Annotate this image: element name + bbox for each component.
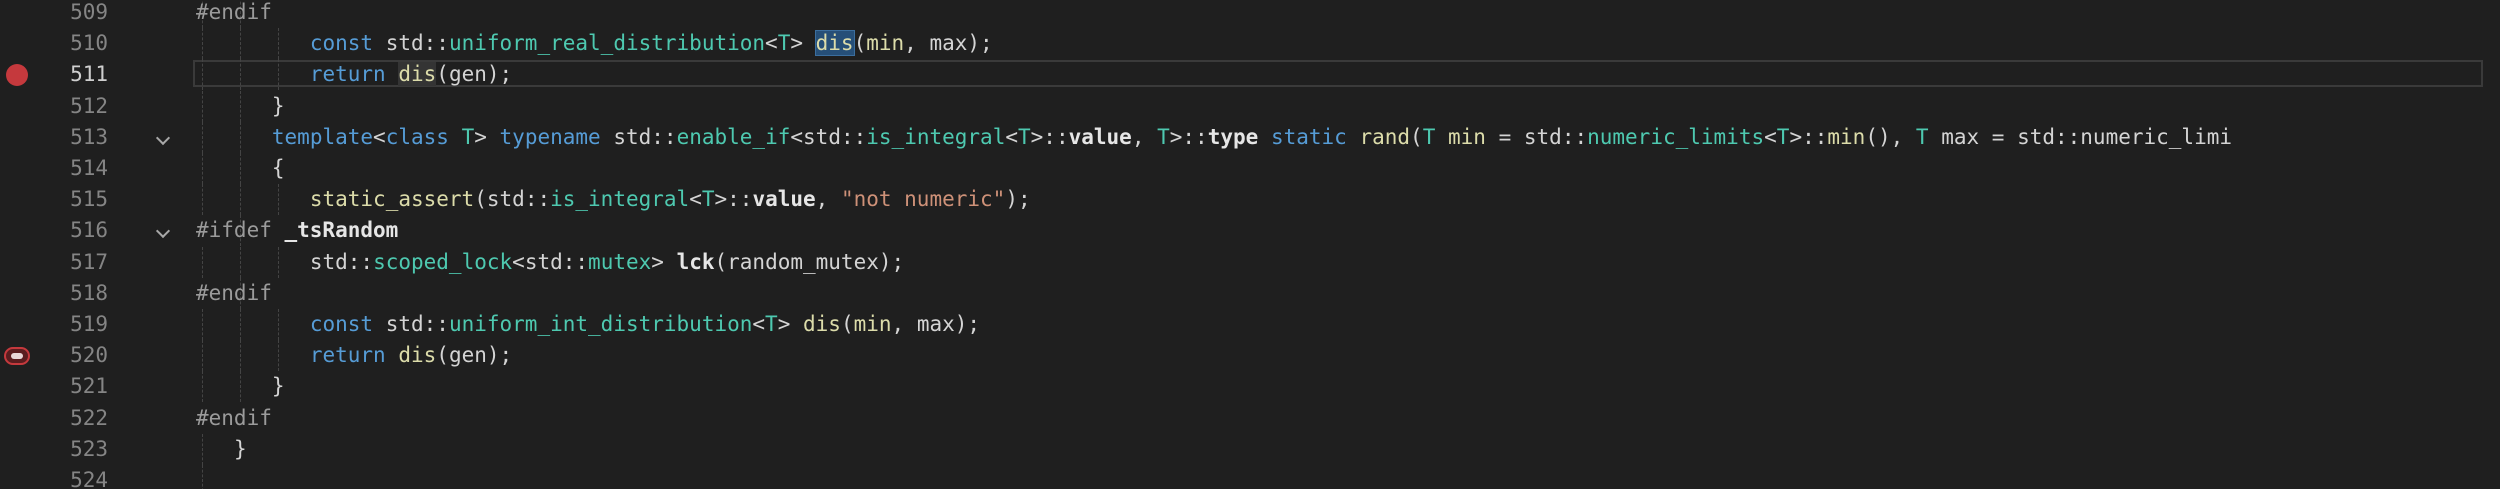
line-number: 520 — [70, 343, 108, 368]
code-text: const std::uniform_int_distribution<T> d… — [309, 312, 981, 336]
code-text: template<class T> typename std::enable_i… — [271, 124, 2233, 149]
code-line[interactable]: 517 std::scoped_lock<std::mutex> lck(rand… — [0, 246, 2500, 278]
chevron-down-icon[interactable] — [155, 130, 171, 145]
indent-guide — [277, 340, 279, 372]
code-line[interactable]: 509 #endif — [0, 0, 2500, 28]
line-number: 517 — [70, 249, 108, 274]
line-number: 513 — [70, 124, 108, 149]
code-line[interactable]: 510 const std::uniform_real_distribution<… — [0, 28, 2500, 60]
code-text: #endif — [196, 0, 272, 24]
indent-guide — [202, 153, 203, 184]
line-number: 516 — [70, 218, 108, 243]
indent-guide — [239, 90, 241, 122]
code-text: std::scoped_lock<std::mutex> lck(random_… — [309, 249, 905, 274]
indent-guide — [277, 184, 279, 216]
line-number: 519 — [70, 312, 108, 336]
line-number: 509 — [70, 0, 108, 24]
indent-guide — [239, 340, 241, 372]
chevron-down-icon[interactable] — [155, 224, 171, 239]
indent-guide — [202, 121, 203, 153]
code-text: } — [271, 93, 285, 118]
code-line[interactable]: 511 return dis(gen); — [0, 59, 2500, 91]
line-number: 515 — [70, 187, 108, 212]
code-line[interactable]: 514 { — [0, 153, 2500, 184]
line-number: 523 — [70, 436, 108, 461]
breakpoint-disabled-icon[interactable] — [4, 347, 30, 366]
code-line[interactable]: 519 const std::uniform_int_distribution<T… — [0, 309, 2500, 340]
indent-guide — [239, 371, 241, 403]
indent-guide — [202, 59, 203, 91]
code-line[interactable]: 522 #endif — [0, 403, 2500, 434]
indent-guide — [202, 433, 203, 465]
indent-guide — [202, 28, 203, 60]
indent-guide — [277, 246, 279, 278]
indent-guide — [239, 153, 241, 184]
current-line-highlight — [193, 60, 2483, 88]
indent-guide — [239, 184, 241, 216]
indent-guide — [239, 59, 241, 91]
code-line[interactable]: 524 — [0, 465, 2500, 489]
indent-guide — [202, 465, 203, 489]
indent-guide — [202, 246, 203, 278]
code-text: #ifdef _tsRandom — [196, 218, 399, 243]
indent-guide — [239, 246, 241, 278]
code-line[interactable]: 518 #endif — [0, 277, 2500, 309]
indent-guide — [239, 28, 241, 60]
line-number: 512 — [70, 93, 108, 118]
indent-guide — [202, 371, 203, 403]
indent-guide — [202, 340, 203, 372]
code-line[interactable]: 521} — [0, 371, 2500, 403]
code-text: { — [271, 156, 285, 180]
code-text: return dis(gen); — [309, 343, 513, 368]
line-number: 511 — [70, 62, 108, 87]
line-number: 524 — [70, 468, 108, 489]
code-line[interactable]: 512} — [0, 90, 2500, 122]
code-text: static_assert(std::is_integral<T>::value… — [309, 187, 1031, 212]
indent-guide — [277, 59, 279, 91]
code-line[interactable]: 523} — [0, 433, 2500, 465]
indent-guide — [277, 309, 279, 340]
code-text: const std::uniform_real_distribution<T> … — [309, 30, 993, 57]
indent-guide — [277, 28, 279, 60]
code-text: #endif — [196, 405, 272, 430]
code-line[interactable]: 520 return dis(gen); — [0, 340, 2500, 372]
code-editor[interactable]: 509 #endif 510 const std::uniform_real_dist… — [0, 0, 2500, 489]
line-number: 518 — [70, 280, 108, 305]
code-line[interactable]: 515 static_assert(std::is_integral<T>::va… — [0, 184, 2500, 216]
code-text: } — [233, 436, 247, 461]
code-text: #endif — [196, 280, 272, 305]
line-number: 521 — [70, 374, 108, 399]
code-text: return dis(gen); — [309, 62, 513, 87]
code-line[interactable]: 516 #ifdef _tsRandom — [0, 215, 2500, 247]
line-number: 510 — [70, 31, 108, 56]
indent-guide — [239, 121, 241, 153]
code-line[interactable]: 513 template<class T> typename std::enabl… — [0, 121, 2500, 153]
line-number: 522 — [70, 405, 108, 430]
indent-guide — [202, 90, 203, 122]
code-text: } — [271, 374, 285, 399]
line-number: 514 — [70, 156, 108, 180]
indent-guide — [202, 309, 203, 340]
indent-guide — [202, 184, 203, 216]
breakpoint-icon[interactable] — [6, 64, 28, 87]
indent-guide — [239, 309, 241, 340]
